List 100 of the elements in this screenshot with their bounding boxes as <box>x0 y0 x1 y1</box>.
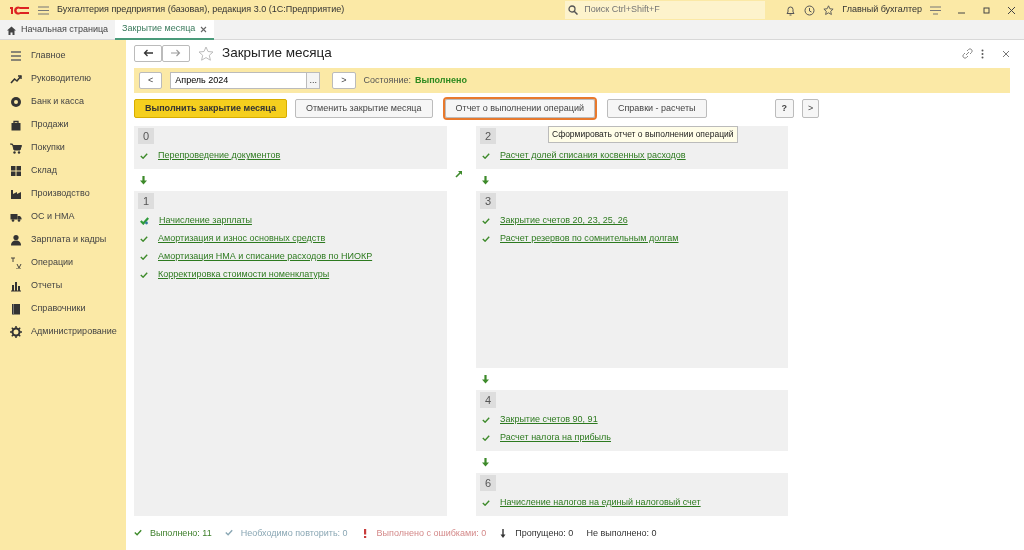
toolbar-button[interactable]: Справки - расчеты <box>606 99 707 118</box>
legend-label: Выполнено с ошибками: 0 <box>376 527 487 540</box>
operation-link[interactable]: Амортизация НМА и списание расходов по НИОКР <box>158 250 373 264</box>
sidebar-item[interactable]: Администрирование <box>0 320 126 343</box>
sidebar-item[interactable]: Банк и касса <box>0 90 126 113</box>
form-title: Закрытие месяца <box>222 44 332 63</box>
grid-icon <box>10 164 22 177</box>
close-icon[interactable] <box>1007 5 1016 15</box>
star-icon[interactable] <box>198 46 214 61</box>
app-title: Бухгалтерия предприятия (базовая), редакция 3.0 (1С:Предприятие) <box>57 3 345 17</box>
stage-number: 2 <box>480 128 496 144</box>
sidebar-item[interactable]: Справочники <box>0 297 126 320</box>
stage-number: 0 <box>138 128 154 144</box>
help-button[interactable]: ? <box>774 99 794 118</box>
check-icon <box>482 417 490 423</box>
next-period-button[interactable]: > <box>332 72 356 89</box>
stage-number: 6 <box>480 475 496 491</box>
tooltip: Сформировать отчет о выполнении операций <box>548 126 738 143</box>
previous-period-button[interactable]: < <box>139 72 163 89</box>
diagonal-arrow-icon <box>455 169 463 178</box>
down-arrow-icon <box>482 374 489 384</box>
toolbar-button[interactable]: Отменить закрытие месяца <box>294 99 433 118</box>
menu-icon[interactable] <box>38 5 49 15</box>
close-icon[interactable] <box>200 25 208 33</box>
bag-icon <box>10 118 22 131</box>
more-button[interactable]: > <box>802 99 820 118</box>
check-icon <box>482 236 490 242</box>
sidebar-item[interactable]: Склад <box>0 159 126 182</box>
check-icon <box>482 435 490 441</box>
operation-link[interactable]: Корректировка стоимости номенклатуры <box>158 268 330 282</box>
sidebar-item[interactable]: Производство <box>0 182 126 205</box>
sidebar-item[interactable]: Зарплата и кадры <box>0 228 126 251</box>
sidebar-item[interactable]: ОС и НМА <box>0 205 126 228</box>
sidebar-item[interactable]: Руководителю <box>0 67 126 90</box>
legend-label: Необходимо повторить: 0 <box>240 527 348 540</box>
tab[interactable]: Начальная страница <box>0 20 116 40</box>
list-icon <box>10 49 22 62</box>
state-value: Выполнено <box>414 73 467 87</box>
check-icon <box>140 254 148 260</box>
check-icon <box>482 500 490 506</box>
sidebar-item[interactable]: Главное <box>0 44 126 67</box>
operation-link[interactable]: Перепроведение документов <box>158 149 281 163</box>
stage-number: 1 <box>138 193 154 209</box>
check-icon <box>482 153 490 159</box>
menu-icon[interactable] <box>930 5 941 15</box>
operation-link[interactable]: Закрытие счетов 90, 91 <box>500 413 598 427</box>
choose-button[interactable]: ... <box>306 72 321 89</box>
stage-number: 3 <box>480 193 496 209</box>
check-icon <box>140 217 149 225</box>
legend-label: Не выполнено: 0 <box>586 527 657 540</box>
operation-link[interactable]: Амортизация и износ основных средств <box>158 232 326 246</box>
coin-icon <box>10 95 22 108</box>
toolbar-button[interactable]: Отчет о выполнении операций <box>444 99 595 118</box>
close-icon[interactable] <box>1002 49 1010 58</box>
operation-link[interactable]: Закрытие счетов 20, 23, 25, 26 <box>500 214 628 228</box>
sidebar-item[interactable]: Покупки <box>0 136 126 159</box>
operation-link[interactable]: Расчет долей списания косвенных расходов <box>500 149 686 163</box>
sidebar-item[interactable]: Продажи <box>0 113 126 136</box>
search-field[interactable]: Поиск Ctrl+Shift+F <box>565 1 766 19</box>
check-icon <box>482 218 490 224</box>
tab[interactable]: Закрытие месяца <box>115 20 215 40</box>
factory-icon <box>10 187 22 200</box>
star-icon[interactable] <box>823 4 835 16</box>
cart-icon <box>10 141 22 154</box>
operation-link[interactable]: Начисление зарплаты <box>159 214 252 228</box>
home-icon <box>7 25 16 35</box>
person-icon <box>10 233 22 246</box>
state-label: Состояние: <box>363 73 411 87</box>
user-name[interactable]: Главный бухгалтер <box>842 3 922 17</box>
operation-link[interactable]: Расчет налога на прибыль <box>500 431 611 445</box>
down-arrow-icon <box>482 175 489 185</box>
back-arrow-icon <box>143 49 153 58</box>
operation-link[interactable]: Расчет резервов по сомнительным долгам <box>500 232 679 246</box>
legend-label: Выполнено: 11 <box>150 527 212 540</box>
check-icon <box>140 236 148 242</box>
down-arrow-icon <box>482 457 489 467</box>
check-icon <box>140 153 148 159</box>
search-icon <box>568 5 579 15</box>
settings-icon <box>10 325 22 338</box>
forward-arrow-icon <box>171 49 181 58</box>
legend-label: Пропущено: 0 <box>515 527 574 540</box>
history-icon[interactable] <box>804 4 816 16</box>
stage-number: 4 <box>480 392 496 408</box>
more-icon[interactable] <box>981 48 984 59</box>
operation-link[interactable]: Начисление налогов на единый налоговый счет <box>500 496 701 510</box>
app-logo-icon <box>8 5 30 15</box>
down-arrow-icon <box>140 175 147 185</box>
down-arrow-icon <box>499 529 508 539</box>
back-button[interactable] <box>134 45 162 62</box>
toolbar-button[interactable]: Выполнить закрытие месяца <box>134 99 287 118</box>
link-icon[interactable] <box>962 48 973 59</box>
book-icon <box>10 302 22 315</box>
bell-icon[interactable] <box>785 4 797 16</box>
sidebar-item[interactable]: Операции <box>0 251 126 274</box>
trend-icon <box>10 72 22 85</box>
period-field[interactable]: Апрель 2024 <box>170 72 307 89</box>
sidebar-item[interactable]: Отчеты <box>0 274 126 297</box>
check-icon <box>140 272 148 278</box>
search-input[interactable]: Поиск Ctrl+Shift+F <box>582 2 763 18</box>
restore-icon[interactable] <box>982 5 991 15</box>
